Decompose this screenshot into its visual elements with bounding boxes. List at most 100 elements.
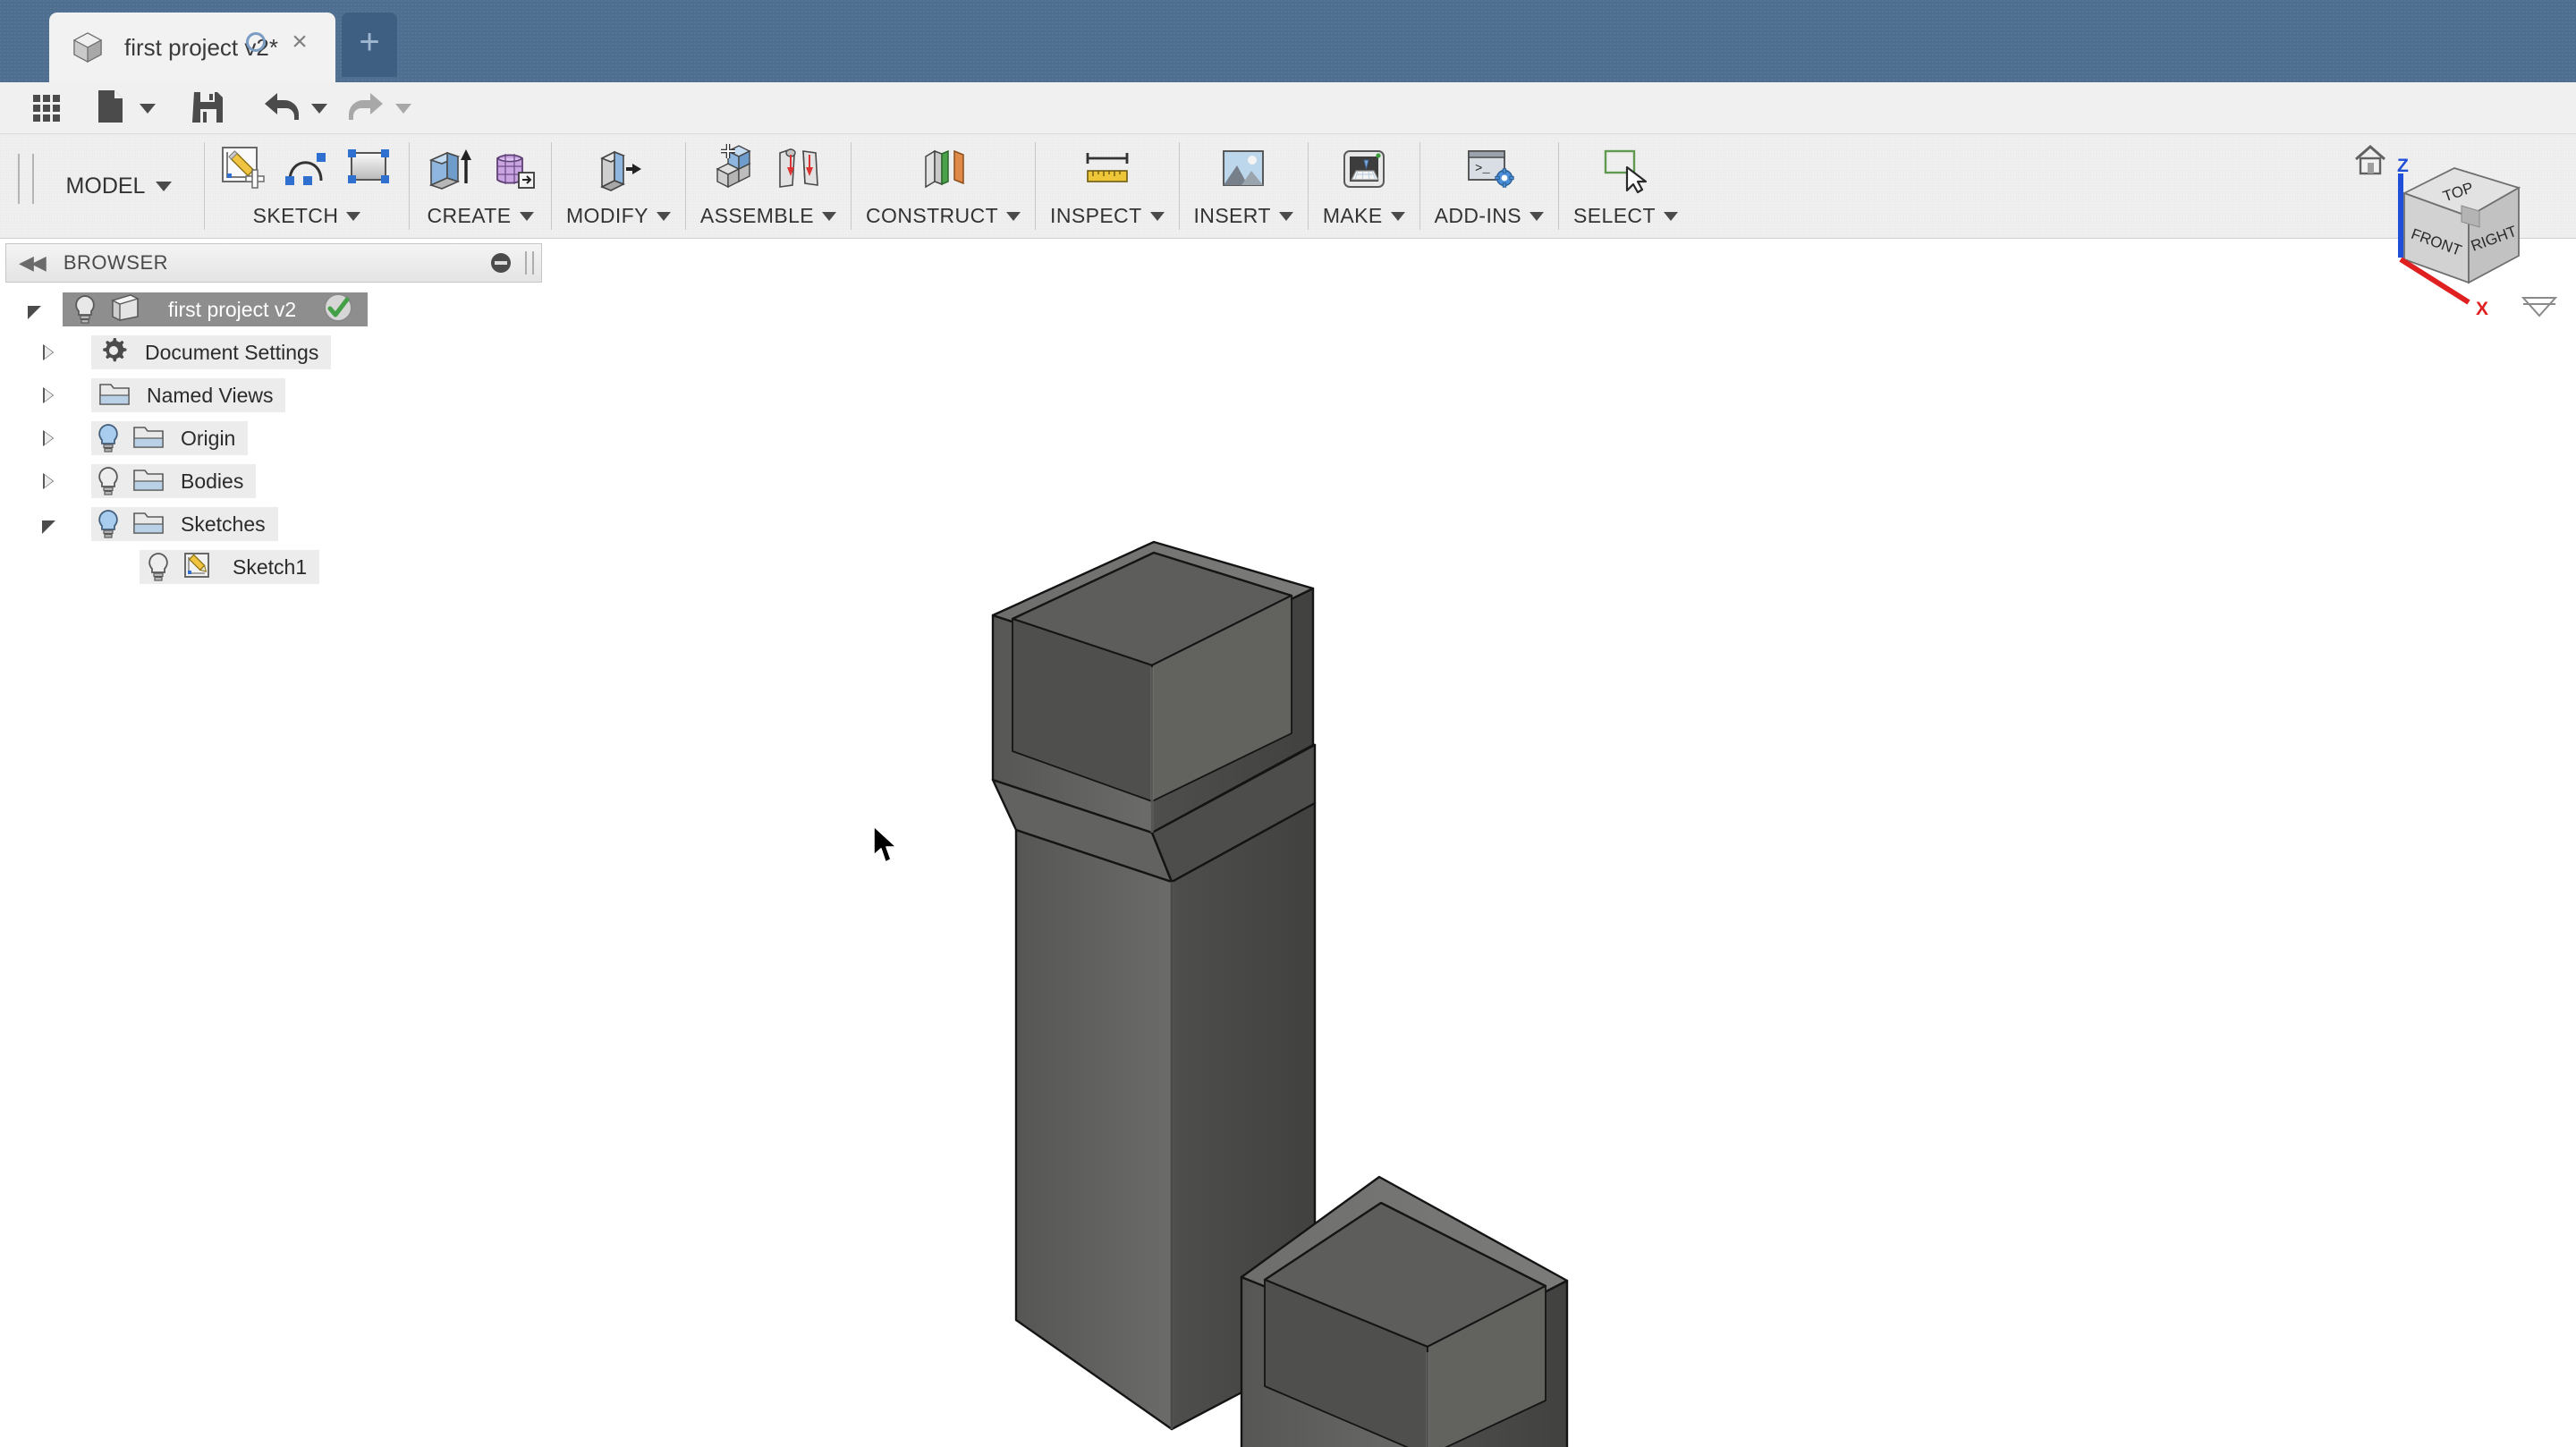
- panel-label-text: CONSTRUCT: [866, 204, 999, 227]
- ribbon-toolbar: MODEL SKETCH CREATE MODIFY ASSEMBLE CONS…: [0, 134, 2576, 239]
- visibility-bulb-icon[interactable]: [145, 552, 172, 582]
- tree-item-label: Named Views: [147, 383, 274, 407]
- scripts-addins-icon[interactable]: >_: [1464, 144, 1514, 194]
- expander-closed-icon[interactable]: [5, 430, 91, 446]
- ribbon-panel-select: SELECT: [1559, 134, 1692, 239]
- browser-panel-header: ◀◀ BROWSER: [5, 243, 542, 283]
- new-file-button[interactable]: [89, 88, 131, 129]
- undo-button[interactable]: [259, 88, 304, 129]
- component-icon: [109, 293, 141, 326]
- tree-item-bodies[interactable]: Bodies: [5, 460, 542, 503]
- panel-label-text: SKETCH: [252, 204, 339, 227]
- spline-icon[interactable]: [282, 144, 332, 194]
- tree-item-label: Bodies: [181, 469, 244, 493]
- ribbon-panel-modify-label[interactable]: MODIFY: [566, 204, 671, 228]
- redo-button[interactable]: [343, 88, 388, 129]
- document-tab[interactable]: first project v2* ×: [49, 13, 335, 82]
- folder-icon: [98, 380, 132, 411]
- select-cursor-icon[interactable]: [1600, 144, 1650, 194]
- green-check-icon[interactable]: [321, 291, 355, 329]
- expander-open-icon[interactable]: [5, 303, 63, 319]
- rectangle-icon[interactable]: [344, 144, 394, 194]
- expander-closed-icon[interactable]: [5, 387, 91, 403]
- 3d-print-icon[interactable]: [1339, 144, 1389, 194]
- panel-label-text: SELECT: [1573, 204, 1656, 227]
- caret-down-icon: [822, 211, 837, 221]
- measure-icon[interactable]: [1082, 144, 1132, 194]
- tree-item-sketch1[interactable]: Sketch1: [5, 546, 542, 588]
- extrude-icon[interactable]: [424, 144, 474, 194]
- visibility-bulb-icon[interactable]: [95, 509, 122, 539]
- expander-closed-icon[interactable]: [5, 344, 91, 360]
- title-bar: first project v2* × +: [0, 0, 2576, 82]
- tree-item-sketches[interactable]: Sketches: [5, 503, 542, 546]
- caret-down-icon: [156, 182, 173, 191]
- caret-down-icon: [1149, 211, 1165, 221]
- redo-dropdown[interactable]: [392, 88, 415, 129]
- tree-item-named-views[interactable]: Named Views: [5, 374, 542, 417]
- close-icon[interactable]: ×: [287, 29, 312, 55]
- workspace-label: MODEL: [65, 173, 146, 199]
- caret-down-icon: [395, 103, 411, 114]
- ribbon-panel-inspect-label[interactable]: INSPECT: [1050, 204, 1165, 228]
- ribbon-panel-insert-label[interactable]: INSERT: [1194, 204, 1293, 228]
- browser-tree: first project v2 Document Settings Named…: [5, 288, 542, 588]
- loading-spinner-icon: [246, 32, 266, 52]
- workspace-selector[interactable]: MODEL: [34, 134, 204, 239]
- double-chevron-left-icon[interactable]: ◀◀: [19, 251, 47, 275]
- ribbon-panel-assemble-label[interactable]: ASSEMBLE: [699, 204, 837, 228]
- revolve-icon[interactable]: [487, 144, 537, 194]
- new-component-icon[interactable]: [712, 144, 762, 194]
- ribbon-panel-create: CREATE: [410, 134, 551, 239]
- new-tab-button[interactable]: +: [342, 13, 397, 77]
- tree-item-origin[interactable]: Origin: [5, 417, 542, 460]
- ribbon-panel-sketch-label[interactable]: SKETCH: [253, 204, 361, 228]
- home-icon: [2355, 145, 2385, 175]
- ribbon-panel-select-label[interactable]: SELECT: [1573, 204, 1678, 228]
- visibility-bulb-icon[interactable]: [95, 423, 122, 453]
- save-button[interactable]: [186, 88, 231, 129]
- ribbon-panel-make-label[interactable]: MAKE: [1323, 204, 1405, 228]
- redo-arrow-icon: [347, 91, 385, 126]
- caret-down-icon: [140, 103, 156, 114]
- undo-dropdown[interactable]: [308, 88, 331, 129]
- sketch-icon: [182, 551, 215, 584]
- tree-item-label: first project v2: [168, 297, 297, 321]
- new-file-dropdown[interactable]: [136, 88, 159, 129]
- panel-label-text: ASSEMBLE: [699, 204, 815, 227]
- floppy-disk-icon: [192, 90, 225, 127]
- ribbon-panel-create-label[interactable]: CREATE: [428, 204, 534, 228]
- ribbon-panel-assemble: ASSEMBLE: [686, 134, 851, 239]
- app-grid-button[interactable]: [20, 88, 73, 129]
- axis-label-z: Z: [2397, 156, 2409, 176]
- tree-item-label: Sketches: [181, 512, 266, 536]
- ribbon-panel-addins-label[interactable]: ADD-INS: [1435, 204, 1545, 228]
- joint-icon[interactable]: [775, 144, 825, 194]
- ribbon-panel-construct-label[interactable]: CONSTRUCT: [866, 204, 1021, 228]
- tree-item-first-project-v2[interactable]: first project v2: [5, 288, 542, 331]
- create-sketch-icon[interactable]: [219, 144, 269, 194]
- browser-resize-grip[interactable]: [525, 251, 534, 275]
- ribbon-panel-make: MAKE: [1309, 134, 1419, 239]
- minus-circle-icon[interactable]: [491, 253, 511, 273]
- expander-open-icon[interactable]: [5, 518, 91, 534]
- tree-item-label: Document Settings: [145, 340, 319, 364]
- tree-item-document-settings[interactable]: Document Settings: [5, 331, 542, 374]
- visibility-bulb-icon[interactable]: [72, 294, 98, 325]
- nav-dropdown-icon[interactable]: [2521, 295, 2558, 318]
- caret-down-icon: [1663, 211, 1678, 221]
- folder-icon: [132, 423, 166, 454]
- expander-closed-icon[interactable]: [5, 473, 91, 489]
- insert-image-icon[interactable]: [1218, 144, 1268, 194]
- gear-icon: [98, 335, 131, 370]
- tree-item-label: Origin: [181, 426, 236, 450]
- panel-label-text: MODIFY: [566, 204, 648, 227]
- ribbon-grip-handle[interactable]: [18, 154, 34, 204]
- quick-access-toolbar: 1 rndacyayisaba@gmail.com ▼ ? ▼: [0, 82, 2576, 202]
- offset-plane-icon[interactable]: [919, 144, 969, 194]
- press-pull-icon[interactable]: [593, 144, 643, 194]
- mouse-pointer-icon: [872, 825, 902, 865]
- viewcube-box: TOP FRONT RIGHT: [2402, 167, 2521, 284]
- visibility-bulb-icon[interactable]: [95, 466, 122, 496]
- file-icon: [97, 89, 123, 128]
